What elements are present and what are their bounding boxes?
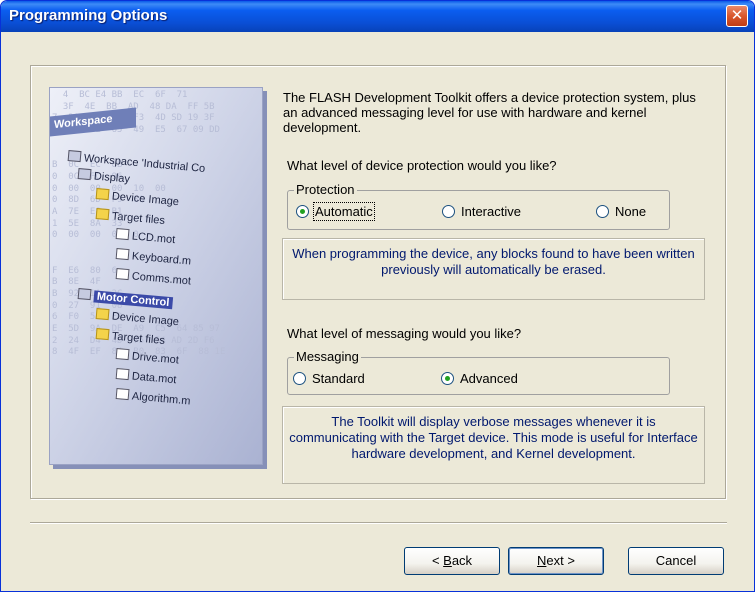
folder-icon	[95, 188, 110, 201]
radio-none[interactable]: None	[596, 204, 646, 219]
protection-info: When programming the device, any blocks …	[282, 238, 705, 300]
close-button[interactable]: ✕	[726, 5, 748, 27]
file-icon	[115, 268, 130, 281]
messaging-info: The Toolkit will display verbose message…	[282, 406, 705, 484]
workspace-artwork: 4 BC E4 BB EC 6F 71 3F 4E BB AD 48 DA FF…	[49, 87, 263, 465]
folder-icon	[95, 208, 110, 221]
close-icon: ✕	[730, 7, 744, 24]
cancel-button[interactable]: Cancel	[628, 547, 724, 575]
radio-dot	[441, 372, 454, 385]
file-icon	[115, 368, 130, 381]
file-icon	[115, 228, 130, 241]
file-icon	[115, 348, 130, 361]
project-icon	[77, 288, 92, 301]
hex-line: 3F 4E BB AD 48 DA FF 5B	[62, 101, 215, 112]
radio-dot	[296, 205, 309, 218]
protection-group-label: Protection	[294, 182, 357, 197]
file-icon	[115, 248, 130, 261]
hex-line: 4 BC E4 BB EC 6F 71	[52, 90, 199, 100]
radio-dot	[293, 372, 306, 385]
folder-icon	[95, 328, 110, 341]
radio-automatic[interactable]: Automatic	[296, 202, 375, 221]
radio-interactive[interactable]: Interactive	[442, 204, 521, 219]
button-separator	[30, 522, 727, 524]
next-button[interactable]: Next >	[508, 547, 604, 575]
protection-question: What level of device protection would yo…	[287, 158, 557, 173]
protection-group: Protection Automatic Interactive None	[287, 182, 670, 230]
messaging-group: Messaging Standard Advanced	[287, 349, 670, 395]
workspace-icon	[67, 150, 82, 163]
project-icon	[77, 168, 92, 181]
title-bar[interactable]: Programming Options ✕	[1, 1, 754, 32]
radio-dot	[596, 205, 609, 218]
messaging-question: What level of messaging would you like?	[287, 326, 522, 341]
programming-options-dialog: Programming Options ✕ 4 BC E4 BB EC 6F 7…	[0, 0, 755, 592]
folder-icon	[95, 308, 110, 321]
intro-text: The FLASH Development Toolkit offers a d…	[283, 90, 696, 135]
hex-line	[52, 137, 262, 149]
radio-standard[interactable]: Standard	[293, 371, 365, 386]
radio-advanced[interactable]: Advanced	[441, 371, 518, 386]
window-title: Programming Options	[9, 7, 168, 24]
messaging-group-label: Messaging	[294, 349, 361, 364]
file-icon	[115, 388, 130, 401]
radio-dot	[442, 205, 455, 218]
back-button[interactable]: < Back	[404, 547, 500, 575]
